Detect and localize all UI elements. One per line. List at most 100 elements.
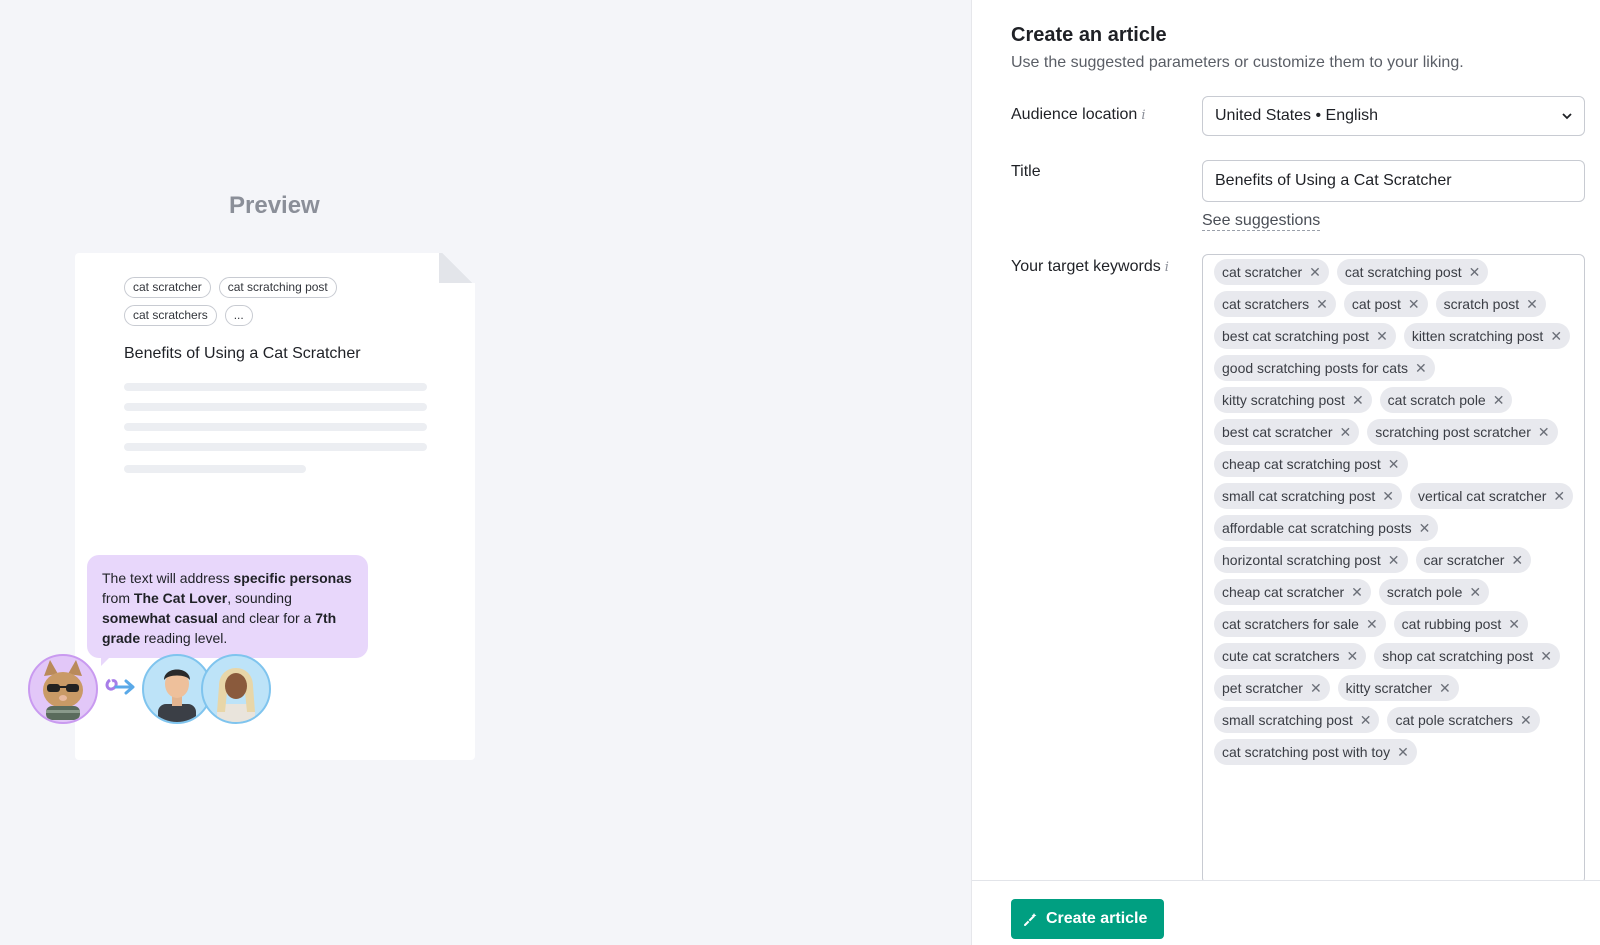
page-fold [439,253,475,283]
keywords-field[interactable]: cat scratcher ✕ cat scratching post ✕ cat sc… [1202,254,1585,884]
keyword-chip: cute cat scratchers ✕ [1214,643,1367,669]
keyword-chip: scratching post scratcher ✕ [1367,419,1558,445]
preview-chip: cat scratching post [218,277,337,298]
keyword-chip: small cat scratching post ✕ [1214,483,1403,509]
woman-avatar [201,654,271,724]
info-icon[interactable]: i [1165,260,1169,275]
keyword-chip: kitty scratching post ✕ [1214,387,1372,413]
remove-keyword-icon[interactable]: ✕ [1397,745,1409,759]
remove-keyword-icon[interactable]: ✕ [1553,489,1565,503]
remove-keyword-icon[interactable]: ✕ [1419,521,1431,535]
remove-keyword-icon[interactable]: ✕ [1520,713,1532,727]
keyword-chip-label: car scratcher [1423,552,1505,568]
preview-chip-more: ... [224,305,253,326]
preview-pane: Preview cat scratcher cat scratching pos… [0,0,971,945]
preview-keyword-chips: cat scratcher cat scratching post cat sc… [124,277,404,326]
remove-keyword-icon[interactable]: ✕ [1511,553,1523,567]
keyword-chip: small scratching post ✕ [1214,707,1380,733]
keyword-chip-label: cat scratching post with toy [1222,744,1391,760]
remove-keyword-icon[interactable]: ✕ [1508,617,1520,631]
keyword-chip: cheap cat scratching post ✕ [1214,451,1408,477]
form-footer: Create article [972,880,1600,945]
title-input[interactable]: Benefits of Using a Cat Scratcher [1202,160,1585,202]
create-article-button[interactable]: Create article [1011,899,1164,939]
placeholder-line [124,423,427,431]
keyword-chip: cat scratching post with toy ✕ [1214,739,1417,765]
preview-heading: Preview [229,192,320,219]
keyword-chip-label: affordable cat scratching posts [1222,520,1412,536]
remove-keyword-icon[interactable]: ✕ [1493,393,1505,407]
info-icon[interactable]: i [1141,108,1145,123]
keyword-chip-label: cat scratch pole [1387,392,1486,408]
bubble-tail [101,658,109,666]
remove-keyword-icon[interactable]: ✕ [1310,681,1322,695]
keyword-chip-label: cheap cat scratching post [1222,456,1381,472]
keyword-chip: cat rubbing post ✕ [1393,611,1529,637]
keyword-chip-label: shop cat scratching post [1382,648,1534,664]
remove-keyword-icon[interactable]: ✕ [1382,489,1394,503]
remove-keyword-icon[interactable]: ✕ [1408,297,1420,311]
target-keywords-label: Your target keywords i [1011,258,1169,275]
remove-keyword-icon[interactable]: ✕ [1526,297,1538,311]
keyword-chip: pet scratcher ✕ [1214,675,1330,701]
remove-keyword-icon[interactable]: ✕ [1540,649,1552,663]
placeholder-line [124,403,427,411]
remove-keyword-icon[interactable]: ✕ [1415,361,1427,375]
keyword-chip-label: cat scratchers [1222,296,1310,312]
keyword-chip: scratch pole ✕ [1378,579,1490,605]
remove-keyword-icon[interactable]: ✕ [1388,553,1400,567]
remove-keyword-icon[interactable]: ✕ [1388,457,1400,471]
see-suggestions-link[interactable]: See suggestions [1202,211,1321,231]
keyword-chip-label: best cat scratcher [1222,424,1333,440]
keyword-chip: cat post ✕ [1343,291,1428,317]
remove-keyword-icon[interactable]: ✕ [1352,393,1364,407]
keyword-chip: vertical cat scratcher ✕ [1410,483,1574,509]
keyword-chip-label: good scratching posts for cats [1222,360,1408,376]
keyword-chip-label: pet scratcher [1222,680,1303,696]
remove-keyword-icon[interactable]: ✕ [1376,329,1388,343]
keyword-chip-label: scratch pole [1386,584,1463,600]
remove-keyword-icon[interactable]: ✕ [1538,425,1550,439]
audience-location-select[interactable]: United States • English [1202,96,1585,136]
chevron-down-icon [1562,113,1572,120]
keyword-chip: kitty scratcher ✕ [1337,675,1459,701]
keyword-chip: cat scratchers ✕ [1214,291,1336,317]
remove-keyword-icon[interactable]: ✕ [1550,329,1562,343]
keyword-chip-label: cat scratching post [1344,264,1462,280]
keyword-chip-label: cat pole scratchers [1395,712,1513,728]
keyword-chip-label: best cat scratching post [1222,328,1370,344]
keyword-chip-label: cute cat scratchers [1222,648,1340,664]
keyword-chip: scratch post ✕ [1435,291,1546,317]
form-title: Create an article [1011,24,1167,46]
preview-chip: cat scratchers [124,305,217,326]
remove-keyword-icon[interactable]: ✕ [1347,649,1359,663]
placeholder-line [124,443,427,451]
keyword-chip: cheap cat scratcher ✕ [1214,579,1371,605]
keyword-chip-label: kitten scratching post [1411,328,1544,344]
remove-keyword-icon[interactable]: ✕ [1309,265,1321,279]
keyword-chip-label: horizontal scratching post [1222,552,1381,568]
remove-keyword-icon[interactable]: ✕ [1469,265,1481,279]
persona-speech-bubble: The text will address specific personas … [87,555,368,666]
keyword-chip: kitten scratching post ✕ [1403,323,1571,349]
remove-keyword-icon[interactable]: ✕ [1316,297,1328,311]
remove-keyword-icon[interactable]: ✕ [1360,713,1372,727]
remove-keyword-icon[interactable]: ✕ [1439,681,1451,695]
keyword-chip: good scratching posts for cats ✕ [1214,355,1435,381]
title-label: Title [1011,163,1041,180]
keyword-chip-label: kitty scratcher [1345,680,1433,696]
keyword-chip-label: cheap cat scratcher [1222,584,1345,600]
remove-keyword-icon[interactable]: ✕ [1469,585,1481,599]
keyword-chip-label: cat post [1351,296,1401,312]
placeholder-line [124,383,427,391]
keyword-chip-label: scratching post scratcher [1375,424,1531,440]
preview-chip: cat scratcher [124,277,211,298]
keyword-chip: cat pole scratchers ✕ [1387,707,1540,733]
remove-keyword-icon[interactable]: ✕ [1366,617,1378,631]
keyword-chip: best cat scratching post ✕ [1214,323,1396,349]
form-subtitle: Use the suggested parameters or customiz… [1011,54,1464,71]
keyword-chip: cat scratching post ✕ [1336,259,1489,285]
remove-keyword-icon[interactable]: ✕ [1340,425,1352,439]
keyword-chip: shop cat scratching post ✕ [1374,643,1560,669]
remove-keyword-icon[interactable]: ✕ [1351,585,1363,599]
